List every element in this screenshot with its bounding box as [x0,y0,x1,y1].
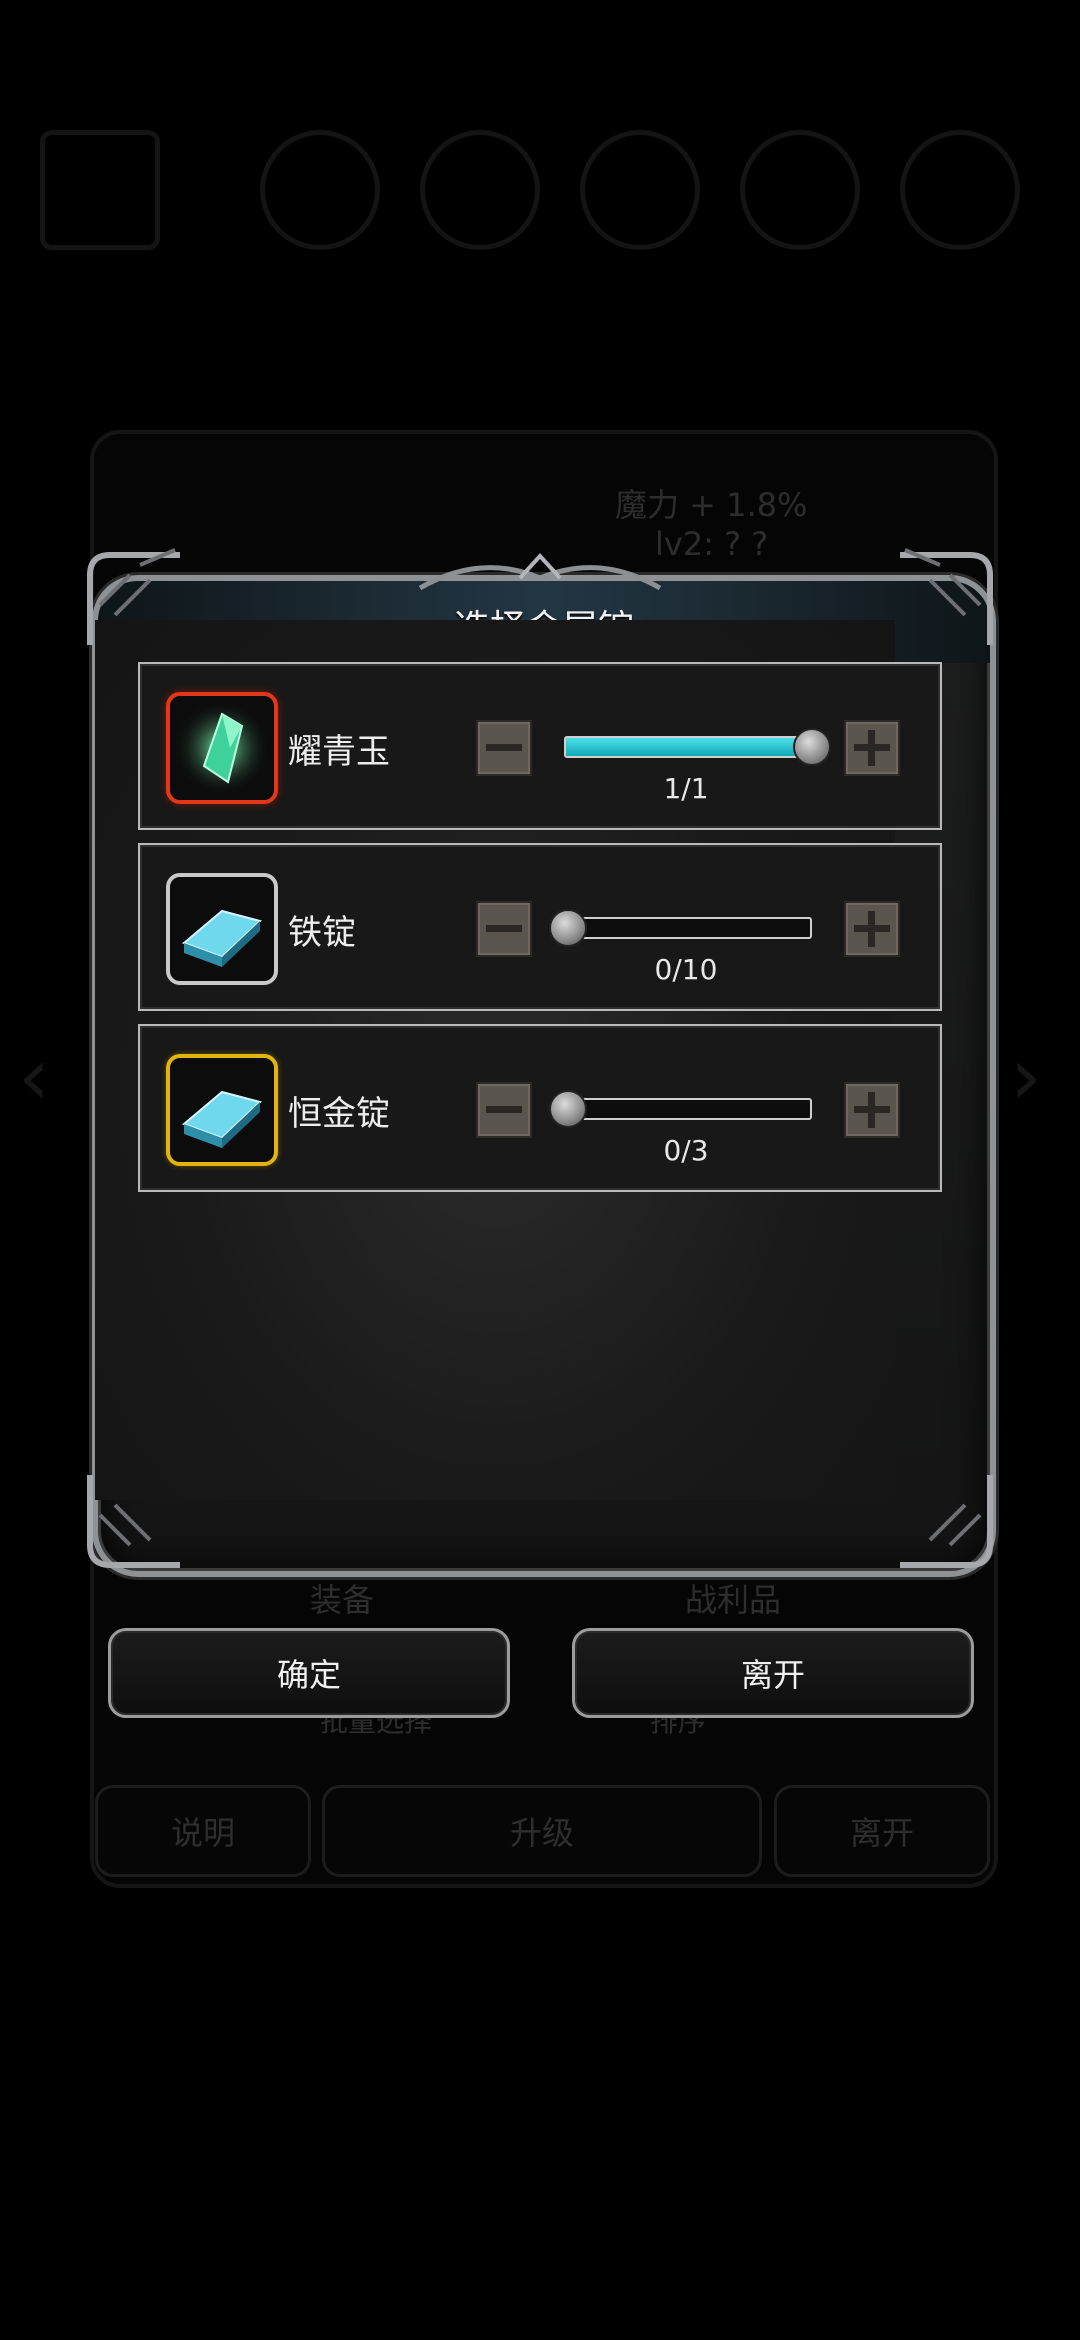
decrease-button[interactable] [476,1082,532,1138]
quantity-slider[interactable] [549,909,812,947]
bg-slot-icon [580,130,700,250]
slider-thumb[interactable] [549,1090,587,1128]
bg-right-arrow-icon: › [1010,1030,1042,1123]
item-name: 耀青玉 [288,732,390,772]
slider-fill [566,738,810,756]
bg-slot-icon [900,130,1020,250]
ingot-row-eternal-gold: 恒金锭 0/3 [138,1024,942,1192]
bg-help-button: 说明 [95,1785,311,1877]
bg-stat-sub: lv2: ? ? [655,525,769,563]
corner-ornament-icon [900,548,993,645]
jade-crystal-icon [174,700,270,796]
increase-button[interactable] [844,720,900,776]
eternal-gold-ingot-icon [182,1090,262,1148]
iron-ingot-icon [182,909,262,967]
bg-slot-icon [260,130,380,250]
ingot-row-jade: 耀青玉 1/1 [138,662,942,830]
confirm-button[interactable]: 确定 [108,1628,510,1718]
bg-slot-icon [420,130,540,250]
item-name: 恒金锭 [288,1094,390,1134]
bg-tab-loot: 战利品 [685,1581,782,1619]
bg-menu-icon [40,130,160,250]
bg-upgrade-button: 升级 [322,1785,762,1877]
decrease-button[interactable] [476,901,532,957]
quantity-count: 0/10 [654,953,718,986]
bg-leave-button: 离开 [774,1785,990,1877]
increase-button[interactable] [844,1082,900,1138]
quantity-slider[interactable] [549,1090,812,1128]
bg-slot-icon [740,130,860,250]
bg-tab-equipment: 装备 [310,1581,375,1619]
ingot-row-iron: 铁锭 0/10 [138,843,942,1011]
slider-thumb[interactable] [549,909,587,947]
corner-ornament-icon [900,1475,993,1568]
item-slot[interactable] [166,1054,278,1166]
leave-button[interactable]: 离开 [572,1628,974,1718]
item-name: 铁锭 [288,913,356,953]
decrease-button[interactable] [476,720,532,776]
bg-stat-text: 魔力 + 1.8% [615,486,808,524]
quantity-slider[interactable] [564,728,831,766]
increase-button[interactable] [844,901,900,957]
bg-left-arrow-icon: ‹ [18,1030,50,1123]
slider-thumb[interactable] [793,728,831,766]
item-slot[interactable] [166,873,278,985]
title-ornament-icon [418,553,662,591]
quantity-count: 0/3 [663,1134,709,1167]
item-slot[interactable] [166,692,278,804]
quantity-count: 1/1 [663,772,709,805]
